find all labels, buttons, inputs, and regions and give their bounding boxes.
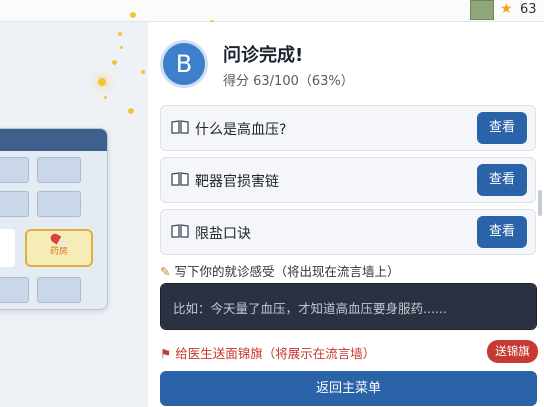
map-tile — [37, 191, 81, 217]
feedback-label: ✎ 写下你的就诊感受（将出现在流言墙上） — [160, 261, 399, 280]
map-tile — [37, 277, 81, 303]
hospital-map-board: 药房 — [0, 128, 108, 310]
view-button[interactable]: 查看 — [477, 164, 527, 196]
pharmacy-label: 药房 — [49, 247, 68, 257]
knowledge-card: 靶器官损害链 查看 — [160, 157, 536, 203]
pencil-icon: ✎ — [160, 264, 171, 279]
star-icon: ★ — [500, 1, 513, 17]
return-main-menu-button[interactable]: 返回主菜单 — [160, 371, 537, 406]
knowledge-card-title: 限盐口诀 — [195, 226, 251, 242]
feedback-label-text: 写下你的就诊感受（将出现在流言墙上） — [174, 264, 400, 279]
send-banner-button[interactable]: 送锦旗 — [487, 340, 538, 363]
result-title: 问诊完成! — [223, 45, 304, 66]
doctor-avatar: B — [160, 40, 208, 88]
map-tile — [0, 229, 15, 267]
top-hud-bar: ★ 63 — [0, 0, 544, 22]
result-score: 得分 63/100（63%） — [223, 74, 354, 89]
feedback-input[interactable] — [160, 283, 537, 330]
map-tile — [0, 191, 29, 217]
flag-icon: ⚑ — [160, 346, 172, 361]
player-avatar[interactable] — [470, 0, 494, 20]
book-icon — [171, 172, 189, 186]
view-button[interactable]: 查看 — [477, 216, 527, 248]
map-tile — [0, 277, 29, 303]
board-header — [0, 129, 107, 151]
banner-label: ⚑ 给医生送面锦旗（将展示在流言墙） — [160, 343, 375, 362]
book-icon — [171, 224, 189, 238]
map-tile — [37, 157, 81, 183]
banner-label-text: 给医生送面锦旗（将展示在流言墙） — [175, 346, 376, 361]
knowledge-card-title: 靶器官损害链 — [195, 174, 279, 190]
book-icon — [171, 120, 189, 134]
panel-scrollbar[interactable] — [538, 190, 542, 216]
knowledge-card: 什么是高血压? 查看 — [160, 105, 536, 151]
knowledge-card-title: 什么是高血压? — [195, 122, 287, 138]
pharmacy-tile[interactable]: 药房 — [25, 229, 93, 267]
view-button[interactable]: 查看 — [477, 112, 527, 144]
knowledge-card: 限盐口诀 查看 — [160, 209, 536, 255]
map-tile — [0, 157, 29, 183]
hud-score: 63 — [520, 2, 537, 17]
